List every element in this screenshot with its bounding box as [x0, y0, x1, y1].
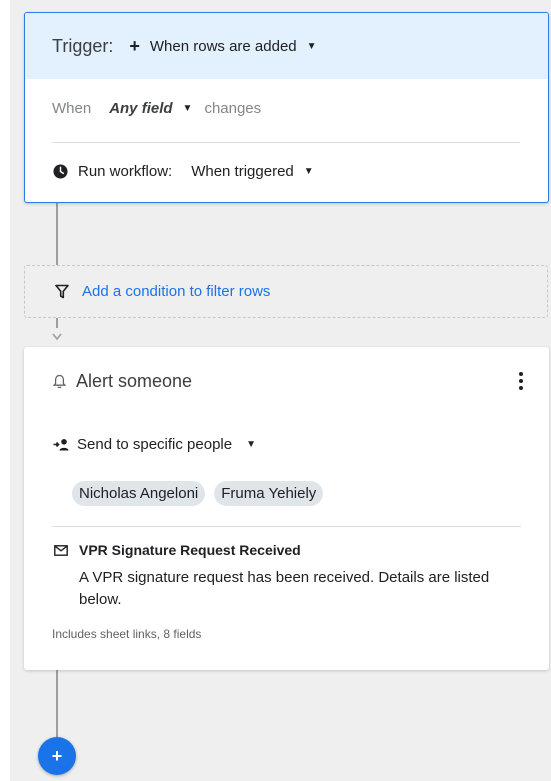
recipient-chips: Nicholas Angeloni Fruma Yehiely	[72, 481, 324, 506]
caret-down-icon: ▼	[303, 166, 314, 177]
run-workflow-value: When triggered	[191, 163, 294, 180]
when-condition-row: When Any field ▼ changes	[52, 100, 261, 117]
trigger-label: Trigger:	[52, 35, 114, 56]
recipient-chip[interactable]: Fruma Yehiely	[214, 481, 324, 506]
alert-action-card[interactable]: Alert someone Send to specific people ▼ …	[24, 347, 549, 670]
trigger-event-dropdown[interactable]: + When rows are added ▼	[129, 37, 316, 55]
caret-down-icon: ▼	[306, 40, 317, 52]
connector-line	[56, 670, 58, 737]
clock-icon	[53, 164, 68, 179]
run-workflow-row: Run workflow: When triggered ▼	[53, 163, 314, 180]
message-title-row: VPR Signature Request Received	[54, 542, 301, 558]
trigger-card[interactable]: Trigger: + When rows are added ▼ When An…	[24, 12, 549, 203]
message-meta: Includes sheet links, 8 fields	[52, 627, 202, 641]
add-condition-link[interactable]: Add a condition to filter rows	[82, 283, 270, 300]
run-workflow-dropdown[interactable]: When triggered ▼	[191, 163, 313, 180]
message-body: A VPR signature request has been receive…	[79, 569, 490, 608]
person-add-icon	[53, 439, 69, 451]
caret-down-icon: ▼	[182, 103, 193, 114]
caret-down-icon: ▼	[246, 439, 257, 450]
bell-icon	[53, 374, 66, 389]
run-workflow-label: Run workflow:	[78, 163, 173, 180]
message-subject: VPR Signature Request Received	[79, 542, 301, 558]
more-vert-icon[interactable]	[519, 371, 523, 391]
when-prefix: When	[52, 100, 92, 117]
plus-icon: +	[129, 36, 140, 56]
add-step-button[interactable]: +	[38, 737, 76, 775]
divider	[52, 142, 520, 143]
connector-line	[56, 203, 58, 265]
trigger-header: Trigger: + When rows are added ▼	[25, 13, 548, 79]
alert-title: Alert someone	[76, 371, 193, 391]
divider	[52, 526, 521, 527]
funnel-icon	[55, 284, 69, 299]
trigger-event-value: When rows are added	[149, 37, 297, 55]
send-to-dropdown[interactable]: Send to specific people ▼	[53, 436, 256, 453]
arrow-down-icon	[52, 333, 62, 341]
field-value: Any field	[109, 100, 173, 117]
recipient-chip[interactable]: Nicholas Angeloni	[72, 481, 206, 506]
alert-title-row: Alert someone	[53, 371, 192, 392]
send-to-value: Send to specific people	[77, 436, 233, 453]
filter-condition-box[interactable]: Add a condition to filter rows	[24, 265, 548, 318]
mail-icon	[54, 544, 68, 556]
field-dropdown[interactable]: Any field ▼	[91, 100, 204, 117]
when-suffix: changes	[204, 100, 262, 117]
